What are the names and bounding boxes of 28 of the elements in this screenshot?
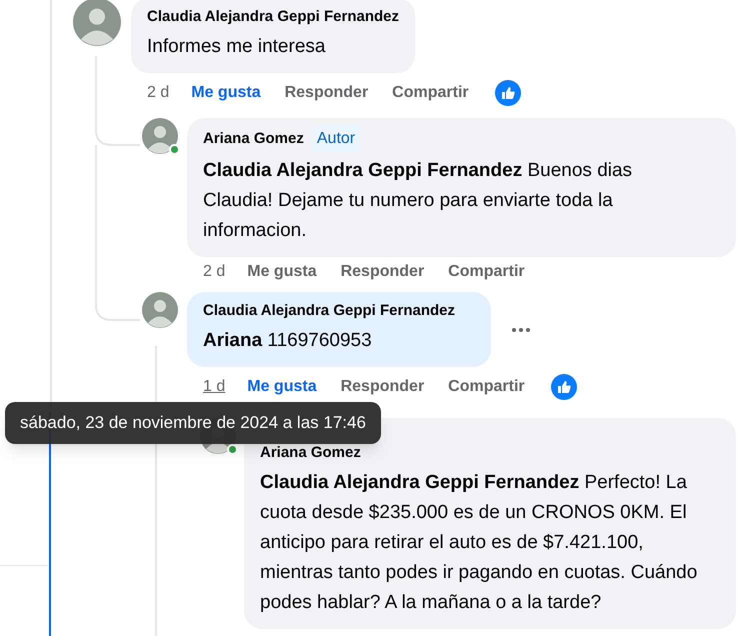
like-link[interactable]: Me gusta: [247, 375, 317, 399]
comment-text: Ariana 1169760953: [203, 329, 373, 353]
avatar[interactable]: [73, 0, 121, 46]
date-tooltip: sábado, 23 de noviembre de 2024 a las 17:46: [5, 402, 381, 444]
reply-link[interactable]: Responder: [340, 375, 424, 399]
author-name[interactable]: Ariana Gomez: [260, 442, 361, 464]
comment-text: Claudia Alejandra Geppi Fernandez Perfecto! La cuota desde $235.000 es de un CRONOS 0KM. El anticipo para retirar el auto es de $7.421.100, mientras tanto podes ir pagando en cuotas. Cuándo podes hablar? A la mañana o a la tarde?: [260, 471, 698, 615]
like-reaction-icon[interactable]: [550, 374, 577, 400]
author-name[interactable]: Claudia Alejandra Geppi Fernandez: [147, 6, 399, 28]
author-badge: Autor: [312, 126, 360, 152]
reply-link[interactable]: Responder: [284, 81, 368, 105]
like-reaction-icon[interactable]: [494, 80, 521, 106]
like-link[interactable]: Me gusta: [191, 81, 261, 105]
like-link[interactable]: Me gusta: [247, 260, 317, 284]
timestamp-link[interactable]: 2 d: [203, 260, 226, 284]
more-options-icon[interactable]: [511, 326, 531, 332]
comment-text: Informes me interesa: [147, 35, 326, 59]
avatar[interactable]: [142, 118, 178, 154]
share-link[interactable]: Compartir: [448, 260, 525, 284]
author-name[interactable]: Ariana Gomez: [203, 128, 304, 150]
comment-text: Claudia Alejandra Geppi Fernandez Buenos dias Claudia! Dejame tu numero para enviarte toda la informacion.: [203, 159, 634, 243]
avatar[interactable]: [142, 292, 178, 328]
share-link[interactable]: Compartir: [392, 81, 469, 105]
timestamp-link[interactable]: 1 d: [203, 375, 226, 399]
share-link[interactable]: Compartir: [448, 375, 525, 399]
author-name[interactable]: Claudia Alejandra Geppi Fernandez: [203, 300, 455, 322]
timestamp-link[interactable]: 2 d: [147, 81, 170, 105]
reply-link[interactable]: Responder: [340, 260, 424, 284]
